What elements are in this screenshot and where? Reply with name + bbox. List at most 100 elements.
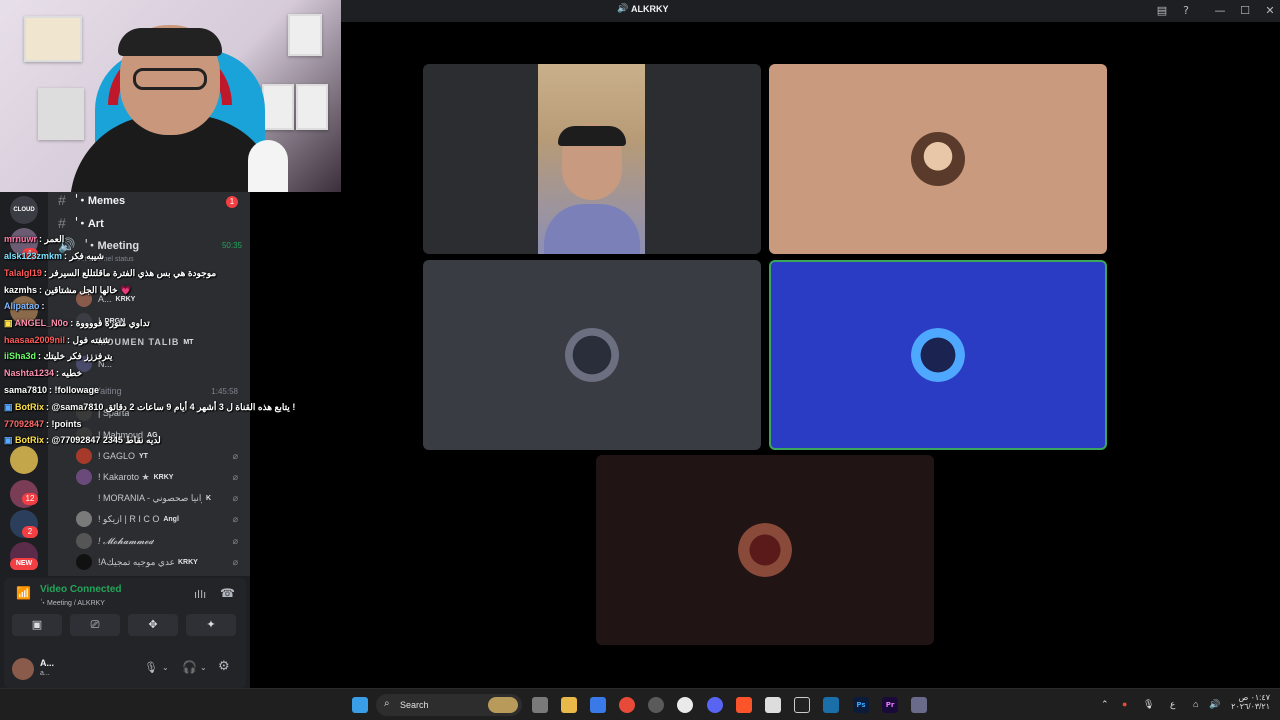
chrome-icon[interactable] [619,697,635,713]
voice-member[interactable]: ! ازيكو | R I C O Angl ⌀ [76,510,238,528]
avatar [76,469,92,485]
camera-off-button[interactable]: ▣ [12,614,62,636]
chat-message: kazmhs: خالها الجل مشتاقين 💗 [4,285,132,295]
connection-status[interactable]: Video Connected [40,584,122,595]
channel-memes[interactable]: #ٰ ・Memes [58,190,125,210]
voice-member[interactable]: ! Kakaroto ★ KRKY ⌀ [76,468,238,486]
maximize-icon[interactable]: ☐ [1236,4,1254,17]
member-badge: KRKY [178,558,198,566]
username: A... [40,658,55,668]
tray-app-icon[interactable]: ● [1122,699,1127,709]
mic-muted-icon: ⌀ [232,535,238,546]
member-badge: YT [139,452,148,460]
disconnect-icon[interactable]: ☎ [220,586,235,600]
chat-message: ▣ BotRix: @sama7810 يتابع هذه القناة ل 3… [4,402,296,412]
speaker-icon: 🔊 [617,4,629,14]
premiere-icon[interactable]: Pr [882,697,898,713]
streamer-webcam [0,0,341,192]
capcut-icon[interactable] [794,697,810,713]
member-badge: K [206,494,212,502]
start-icon[interactable] [352,697,368,713]
close-icon[interactable]: ✕ [1261,4,1279,17]
participant-avatar [738,523,792,577]
voice-member[interactable]: ! 𝓜𝓸𝓱𝓪𝓶𝓶𝓮𝓭 ⌀ [76,532,238,550]
task-view-icon[interactable] [532,697,548,713]
network-icon[interactable]: ⌂ [1193,699,1198,709]
obs-icon[interactable] [648,697,664,713]
video-tile-avatar[interactable] [769,64,1107,254]
chat-message: Talalgl19: موجودة هي بس هذي الفترة ماقلت… [4,268,217,278]
soundboard-icon: ✦ [206,618,216,631]
microphone-tray-icon[interactable]: 🎙 [1143,699,1154,710]
tray-overflow-icon[interactable]: ⌃ [1101,699,1109,710]
video-tile-avatar[interactable] [596,455,934,645]
noise-suppression-icon[interactable]: ıllı [194,588,206,601]
activities-icon: ✥ [148,618,158,631]
avatar [76,511,92,527]
taskbar-search[interactable]: ⌕ Search [376,694,522,716]
voice-member[interactable]: ! MORANIA - مورانيا صحصونيK⌀ [76,489,238,507]
brave-icon[interactable] [736,697,752,713]
connection-location[interactable]: ٰ・Meeting / ALKRKY [40,598,105,608]
chat-message: sama7810: !followage [4,385,100,395]
chevron-down-icon[interactable]: ⌄ [200,663,207,672]
mic-muted-icon: ⌀ [232,556,238,567]
discord-icon[interactable] [707,697,723,713]
gear-icon[interactable]: ⚙ [218,659,230,674]
hash-icon: # [58,215,66,231]
chevron-down-icon[interactable]: ⌄ [162,663,169,672]
wall-plaque [24,16,82,62]
mention-badge: 1 [226,196,238,208]
screen-share-button[interactable]: ⎚ [70,614,120,636]
headphones-icon[interactable]: 🎧 [182,660,197,674]
server-icon-cloud[interactable]: CLOUD [10,196,38,224]
steam-icon[interactable] [823,697,839,713]
mic-muted-icon: ⌀ [232,513,238,524]
wall-plaque [38,88,84,140]
wall-plaque [296,84,328,130]
steelseries-icon[interactable] [677,697,693,713]
photoshop-icon[interactable]: Ps [853,697,869,713]
server-notification-badge: 2 [22,526,38,538]
help-icon[interactable]: ? [1177,4,1195,17]
channel-art[interactable]: #ٰ ・Art [58,213,104,233]
volume-icon[interactable]: 🔊 [1209,699,1220,710]
camera-feed [538,64,645,254]
clock[interactable]: ٠١:٤٧ ص ٢٠٢٦/٠٣/٢١ [1228,693,1270,711]
inbox-icon[interactable]: ▤ [1153,4,1171,17]
voice-member[interactable]: !Aعدي موجيه تمجيكH!KRKY⌀ [76,553,238,571]
wall-plaque [262,84,294,130]
member-badge: Angl [163,515,179,523]
soundboard-button[interactable]: ✦ [186,614,236,636]
wall-plaque [288,14,322,56]
avatar [76,490,92,506]
server-notification-badge: 12 [22,493,38,505]
chat-message: ▣ BotRix: @77092847 لديه نقاط 2345 [4,435,161,445]
video-tile-avatar[interactable] [423,260,761,450]
app-icon[interactable] [911,697,927,713]
camera-off-icon: ▣ [31,618,43,631]
search-icon: ⌕ [384,698,390,709]
video-tile-camera[interactable] [423,64,761,254]
microphone-icon[interactable]: 🎙 [144,661,158,674]
language-indicator[interactable]: ع [1170,699,1175,710]
chat-message: haasaa2009nil: شفته فول [4,335,111,345]
window-title: ALKRKY [631,4,669,14]
user-avatar[interactable] [12,658,34,680]
activities-button[interactable]: ✥ [128,614,178,636]
participant-body [544,204,640,254]
chat-message: alsk123zmkm: شيبه فكر [4,251,105,261]
file-explorer-icon[interactable] [561,697,577,713]
lamp [248,140,288,192]
participant-avatar [911,132,965,186]
mic-muted-icon: ⌀ [232,471,238,482]
notepad-icon[interactable] [765,697,781,713]
bandana [118,28,222,56]
video-tile-speaking[interactable] [769,260,1107,450]
bot-badge-icon: ▣ [4,402,16,412]
minimize-icon[interactable]: — [1211,4,1229,17]
participant-avatar [911,328,965,382]
window-titlebar: 🔊 ALKRKY ▤ ? — ☐ ✕ [341,0,1280,22]
signal-icon: 📶 [16,586,31,600]
store-icon[interactable] [590,697,606,713]
